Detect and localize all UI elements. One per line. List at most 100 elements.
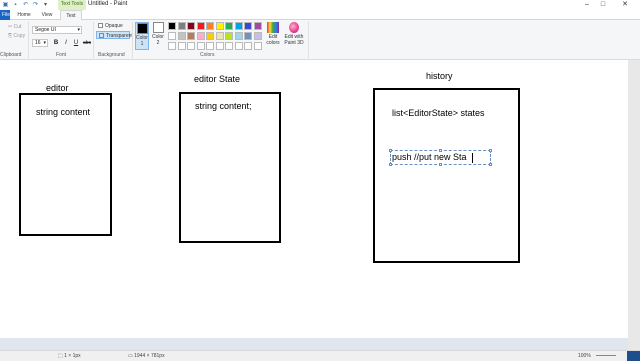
typing-text[interactable]: push //put new Sta [392,152,467,162]
canvas-size-value: 1944 × 781px [134,353,165,359]
ribbon: ✂ Cut ⎘ Copy Clipboard Segoe UI ▾ 16 ▾ B… [0,20,640,60]
background-group-label: Background [98,52,125,58]
palette-swatch[interactable] [215,32,224,40]
editor-content-text: string content [36,107,91,117]
palette-swatch[interactable] [168,42,176,50]
active-text-box[interactable]: push //put new Sta [389,149,492,166]
color2-swatch [152,22,164,33]
copy-button[interactable]: ⎘ Copy [8,33,25,39]
quick-access-dropdown-icon[interactable]: ▾ [42,1,49,8]
palette-swatch[interactable] [206,42,214,50]
transparent-option[interactable]: Transparent [96,31,133,39]
history-content-text: list<EditorState> states [392,108,485,118]
font-size-select[interactable]: 16 ▾ [32,39,48,47]
palette-swatch[interactable] [215,42,224,50]
palette-swatch[interactable] [253,42,262,50]
palette-swatch[interactable] [187,42,195,50]
canvas-size: ▭ 1944 × 781px [128,353,165,359]
vertical-scrollbar[interactable] [628,60,640,350]
transparent-label: Transparent [106,33,133,39]
palette-swatch[interactable] [225,42,233,50]
palette-swatch[interactable] [225,22,233,30]
palette-swatch[interactable] [244,42,252,50]
palette-swatch[interactable] [234,42,243,50]
palette-swatch[interactable] [244,32,252,40]
color1-swatch [136,23,148,34]
undo-icon[interactable]: ↶ [22,1,29,8]
zoom-slider[interactable] [596,355,616,356]
palette-swatch[interactable] [196,22,205,30]
copy-label: Copy [13,33,26,39]
cut-button[interactable]: ✂ Cut [8,24,21,30]
edit-colors-button[interactable]: Edit colors [262,22,284,50]
colors-group-label: Colors [200,52,215,58]
text-tools-context-label: Text Tools [58,0,86,10]
font-family-select[interactable]: Segoe UI ▾ [32,26,82,34]
clipboard-group-label: Clipboard [0,52,22,58]
resize-handle[interactable] [389,163,392,166]
tab-text[interactable]: Text [60,10,82,20]
resize-handle[interactable] [439,163,442,166]
minimize-button[interactable]: – [580,0,594,10]
font-group-label: Font [56,52,67,58]
tab-file[interactable]: File [0,10,10,20]
group-divider [93,22,94,58]
ribbon-tabs: File Home View Text [0,10,640,20]
resize-handle[interactable] [489,149,492,152]
drawing-canvas[interactable]: editor string content editor State strin… [0,60,628,338]
opaque-label: Opaque [105,23,123,29]
title-bar: ▣ ▪ ↶ ↷ ▾ Text Tools Untitled - Paint – … [0,0,640,10]
palette-swatch[interactable] [234,32,243,40]
palette-swatch[interactable] [196,32,205,40]
palette-swatch[interactable] [225,32,233,40]
palette-swatch[interactable] [234,22,243,30]
resize-handle[interactable] [489,163,492,166]
strikethrough-button[interactable]: abc [82,39,92,47]
color1-button[interactable]: Color 1 [135,22,149,50]
opaque-icon [98,23,103,28]
palette-swatch[interactable] [206,32,214,40]
paint3d-icon [289,22,299,33]
palette-swatch[interactable] [253,22,262,30]
palette-swatch[interactable] [168,22,176,30]
tab-view[interactable]: View [38,10,56,20]
tab-home[interactable]: Home [14,10,34,20]
edit-colors-icon [267,22,279,33]
text-cursor [472,153,473,163]
palette-swatch[interactable] [177,32,186,40]
palette-swatch[interactable] [187,22,195,30]
editor-state-content-text: string content; [195,101,252,111]
selection-size: ⬚ 1 × 1px [58,353,81,359]
palette-swatch[interactable] [196,42,205,50]
cut-label: Cut [13,24,22,30]
palette-swatch[interactable] [177,42,186,50]
palette-swatch[interactable] [244,22,252,30]
close-button[interactable]: ✕ [618,0,632,10]
maximize-button[interactable]: □ [596,0,610,10]
chevron-down-icon: ▾ [77,27,80,33]
color2-button[interactable]: Color 2 [151,22,165,50]
transparent-icon [99,33,104,38]
chevron-down-icon: ▾ [43,40,46,46]
palette-swatch[interactable] [177,22,186,30]
opaque-option[interactable]: Opaque [96,22,130,30]
bold-button[interactable]: B [52,39,60,47]
zoom-level: 100% [578,353,591,359]
group-divider [132,22,133,58]
save-icon[interactable]: ▪ [12,1,19,8]
group-divider [308,22,309,58]
palette-swatch[interactable] [206,22,214,30]
edit-with-paint3d-button[interactable]: Edit with Paint 3D [283,22,305,50]
palette-swatch[interactable] [187,32,195,40]
font-size-value: 16 [35,40,41,46]
redo-icon[interactable]: ↷ [32,1,39,8]
underline-button[interactable]: U [72,39,80,47]
palette-swatch[interactable] [215,22,224,30]
palette-swatch[interactable] [168,32,176,40]
canvas-area[interactable]: editor string content editor State strin… [0,60,628,350]
palette-swatch[interactable] [253,32,262,40]
edit-colors-label: Edit colors [266,34,280,46]
italic-button[interactable]: I [62,39,70,47]
history-title: history [426,71,453,81]
edit-with-paint3d-label: Edit with Paint 3D [284,34,304,46]
